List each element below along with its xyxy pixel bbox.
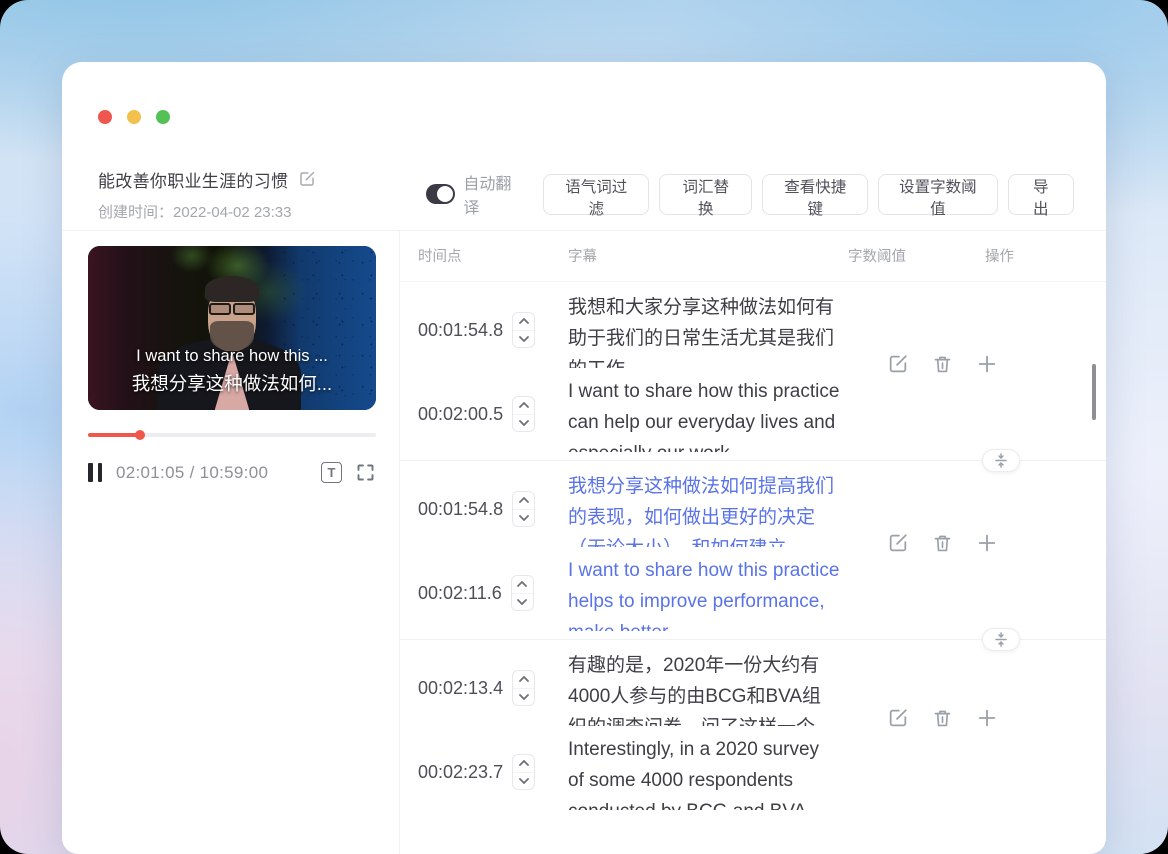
video-subtitle-zh: 我想分享这种做法如何... [131, 373, 333, 394]
subtitle-group: 00:01:54.8 我想分享这种做法如何提高我们的表现，如何做出更好的决定（无… [400, 461, 1106, 651]
chevron-down-icon[interactable] [513, 773, 534, 790]
row-actions [887, 532, 998, 554]
chevron-up-icon[interactable] [511, 576, 533, 594]
timestamp[interactable]: 00:02:23.7 [418, 762, 503, 783]
caption-toggle-icon[interactable]: T [321, 462, 342, 483]
chevron-down-icon[interactable] [513, 510, 534, 527]
subtitle-row: 00:01:54.8 我想分享这种做法如何提高我们的表现，如何做出更好的决定（无… [418, 471, 1106, 547]
col-header-threshold: 字数阈值 [848, 249, 906, 265]
subtitle-text[interactable]: I want to share how this practice helps … [568, 555, 840, 631]
pause-button[interactable] [88, 463, 102, 482]
maximize-window-button[interactable] [156, 110, 170, 124]
speaker-hair [204, 275, 260, 302]
add-icon[interactable] [976, 532, 998, 554]
subtitle-table: 时间点 字幕 字数阈值 操作 00:01:54.8 我想和大家分享这种做法如何有… [400, 230, 1106, 854]
edit-icon[interactable] [887, 532, 909, 554]
add-icon[interactable] [976, 353, 998, 375]
auto-translate-label: 自动翻译 [463, 176, 512, 217]
subtitle-text[interactable]: I want to share how this practice can he… [568, 376, 840, 452]
col-header-actions: 操作 [985, 249, 1014, 265]
chevron-up-icon[interactable] [513, 671, 535, 689]
video-frame[interactable]: I want to share how this ... 我想分享这种做法如何.… [88, 246, 376, 410]
filler-word-filter-button[interactable]: 语气词过滤 [543, 173, 650, 218]
time-stepper[interactable] [510, 575, 534, 611]
subtitle-row: 00:02:11.6 I want to share how this prac… [418, 555, 1106, 631]
page-title: 能改善你职业生涯的习惯 [98, 171, 289, 191]
subtitle-text[interactable]: 我想分享这种做法如何提高我们的表现，如何做出更好的决定（无论大小）、和如何建立 [568, 471, 840, 547]
header: 能改善你职业生涯的习惯 创建时间：2022-04-02 23:33 自动翻译 语… [98, 158, 1074, 230]
delete-icon[interactable] [932, 532, 953, 554]
export-button[interactable]: 导出 [1007, 173, 1074, 218]
chevron-down-icon[interactable] [513, 415, 534, 432]
delete-icon[interactable] [932, 707, 953, 729]
subtitle-text[interactable]: 我想和大家分享这种做法如何有助于我们的日常生活尤其是我们的工作 [568, 292, 840, 368]
chevron-down-icon[interactable] [512, 594, 533, 611]
time-stepper[interactable] [512, 491, 536, 527]
timestamp[interactable]: 00:02:13.4 [418, 678, 503, 699]
edit-icon[interactable] [887, 707, 909, 729]
chevron-up-icon[interactable] [513, 755, 535, 773]
chevron-up-icon[interactable] [513, 492, 535, 510]
subtitle-group: 00:02:13.4 有趣的是，2020年一份大约有4000人参与的由BCG和B… [400, 640, 1106, 810]
view-shortcuts-button[interactable]: 查看快捷键 [762, 173, 869, 218]
col-header-time: 时间点 [418, 249, 462, 265]
table-body: 00:01:54.8 我想和大家分享这种做法如何有助于我们的日常生活尤其是我们的… [400, 282, 1106, 810]
auto-translate-toggle-group: 自动翻译 [426, 170, 517, 218]
merge-rows-button[interactable] [982, 628, 1020, 651]
time-stepper[interactable] [512, 754, 536, 790]
app-window: 能改善你职业生涯的习惯 创建时间：2022-04-02 23:33 自动翻译 语… [62, 62, 1106, 854]
video-player: I want to share how this ... 我想分享这种做法如何.… [88, 246, 376, 483]
time-stepper[interactable] [512, 396, 536, 432]
table-header: 时间点 字幕 字数阈值 操作 [400, 230, 1106, 282]
chevron-up-icon[interactable] [513, 313, 535, 331]
timestamp[interactable]: 00:01:54.8 [418, 499, 503, 520]
time-stepper[interactable] [512, 312, 536, 348]
title-block: 能改善你职业生涯的习惯 创建时间：2022-04-02 23:33 [98, 167, 426, 222]
subtitle-row: 00:02:23.7 Interestingly, in a 2020 surv… [418, 734, 1106, 810]
time-display: 02:01:05 / 10:59:00 [116, 462, 269, 482]
word-replace-button[interactable]: 词汇替换 [659, 173, 753, 218]
subtitle-text[interactable]: 有趣的是，2020年一份大约有4000人参与的由BCG和BVA组织的调查问卷，问… [568, 650, 840, 726]
desktop-background: 能改善你职业生涯的习惯 创建时间：2022-04-02 23:33 自动翻译 语… [0, 0, 1168, 854]
delete-icon[interactable] [932, 353, 953, 375]
timestamp[interactable]: 00:02:00.5 [418, 404, 503, 425]
toolbar: 自动翻译 语气词过滤 词汇替换 查看快捷键 设置字数阈值 导出 [426, 170, 1074, 218]
subtitle-group: 00:01:54.8 我想和大家分享这种做法如何有助于我们的日常生活尤其是我们的… [400, 282, 1106, 472]
edit-icon[interactable] [887, 353, 909, 375]
chevron-down-icon[interactable] [513, 331, 534, 348]
subtitle-row: 00:02:13.4 有趣的是，2020年一份大约有4000人参与的由BCG和B… [418, 650, 1106, 726]
row-actions [887, 353, 998, 375]
merge-icon [995, 453, 1007, 468]
window-controls [98, 110, 170, 124]
created-time-label: 创建时间：2022-04-02 23:33 [98, 203, 292, 221]
col-header-subtitle: 字幕 [568, 249, 597, 265]
auto-translate-toggle[interactable] [426, 184, 456, 204]
speaker-glasses [208, 303, 256, 315]
row-actions [887, 707, 998, 729]
merge-icon [995, 632, 1007, 647]
subtitle-row: 00:02:00.5 I want to share how this prac… [418, 376, 1106, 452]
fullscreen-icon[interactable] [355, 462, 376, 483]
add-icon[interactable] [976, 707, 998, 729]
player-controls: 02:01:05 / 10:59:00 T [88, 462, 376, 483]
close-window-button[interactable] [98, 110, 112, 124]
time-stepper[interactable] [512, 670, 536, 706]
chevron-up-icon[interactable] [513, 397, 535, 415]
timestamp[interactable]: 00:02:11.6 [418, 583, 502, 604]
set-word-threshold-button[interactable]: 设置字数阈值 [878, 173, 998, 218]
seek-handle[interactable] [134, 430, 145, 440]
subtitle-row: 00:01:54.8 我想和大家分享这种做法如何有助于我们的日常生活尤其是我们的… [418, 292, 1106, 368]
subtitle-text[interactable]: Interestingly, in a 2020 survey of some … [568, 734, 840, 810]
seek-bar[interactable] [88, 430, 376, 440]
chevron-down-icon[interactable] [513, 689, 534, 706]
seek-fill [88, 433, 140, 437]
edit-title-icon[interactable] [298, 170, 316, 188]
table-scrollbar[interactable] [1091, 364, 1096, 420]
merge-rows-button[interactable] [982, 449, 1020, 472]
video-subtitle-en: I want to share how this ... [136, 347, 328, 365]
minimize-window-button[interactable] [127, 110, 141, 124]
toggle-knob [437, 186, 454, 202]
timestamp[interactable]: 00:01:54.8 [418, 320, 503, 341]
